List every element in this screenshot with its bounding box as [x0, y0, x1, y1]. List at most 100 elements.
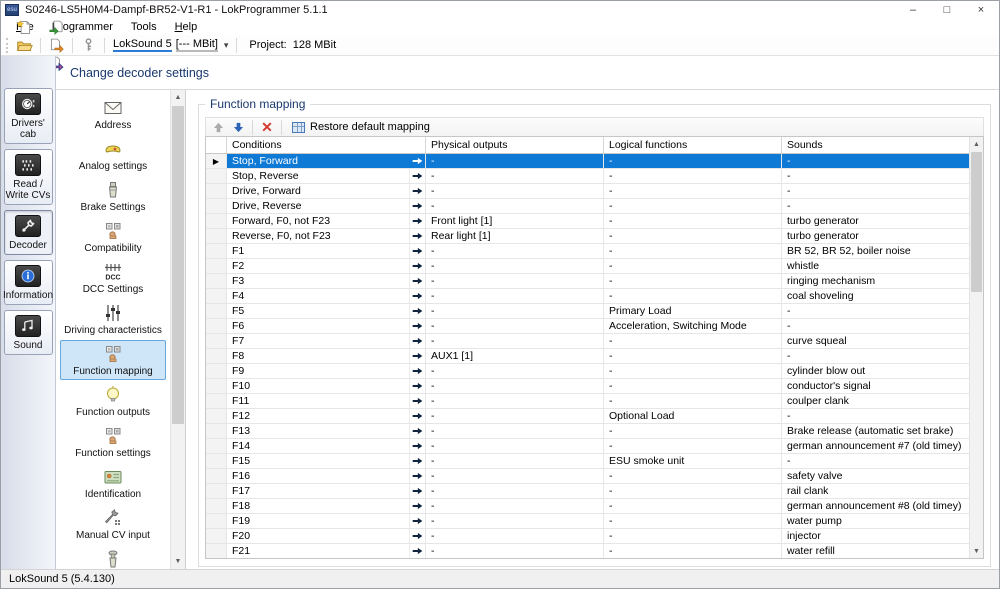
condition-cell[interactable]: F4: [227, 289, 426, 303]
sounds-cell[interactable]: coal shoveling: [782, 289, 969, 303]
table-row[interactable]: F4 - - coal shoveling: [206, 289, 969, 304]
row-selector-cell[interactable]: [206, 529, 227, 543]
physical-outputs-cell[interactable]: -: [426, 469, 604, 483]
table-scrollbar[interactable]: ▲ ▼: [969, 137, 983, 558]
physical-outputs-cell[interactable]: -: [426, 334, 604, 348]
table-row[interactable]: F12 - Optional Load -: [206, 409, 969, 424]
row-selector-cell[interactable]: [206, 274, 227, 288]
table-row[interactable]: F3 - - ringing mechanism: [206, 274, 969, 289]
sounds-cell[interactable]: -: [782, 184, 969, 198]
physical-outputs-cell[interactable]: -: [426, 424, 604, 438]
table-row[interactable]: F18 - - german announcement #8 (old time…: [206, 499, 969, 514]
table-row[interactable]: F14 - - german announcement #7 (old time…: [206, 439, 969, 454]
sounds-cell[interactable]: injector: [782, 529, 969, 543]
logical-functions-cell[interactable]: Optional Load: [604, 409, 782, 423]
sounds-cell[interactable]: safety valve: [782, 469, 969, 483]
physical-outputs-cell[interactable]: -: [426, 184, 604, 198]
table-row[interactable]: F6 - Acceleration, Switching Mode -: [206, 319, 969, 334]
condition-cell[interactable]: F1: [227, 244, 426, 258]
physical-outputs-cell[interactable]: -: [426, 454, 604, 468]
logical-functions-cell[interactable]: -: [604, 274, 782, 288]
condition-cell[interactable]: F15: [227, 454, 426, 468]
logical-functions-cell[interactable]: -: [604, 169, 782, 183]
minimize-button[interactable]: –: [907, 4, 919, 16]
column-header-physical-outputs[interactable]: Physical outputs: [426, 137, 604, 153]
tab-information[interactable]: Information: [4, 260, 53, 305]
sounds-cell[interactable]: water pump: [782, 514, 969, 528]
condition-cell[interactable]: F18: [227, 499, 426, 513]
programmer-connection-button[interactable]: [78, 36, 99, 54]
row-selector-cell[interactable]: [206, 379, 227, 393]
tab-decoder[interactable]: Decoder: [4, 210, 53, 255]
settings-nav-scrollbar[interactable]: ▲ ▼: [170, 90, 185, 569]
logical-functions-cell[interactable]: -: [604, 289, 782, 303]
sounds-cell[interactable]: turbo generator: [782, 229, 969, 243]
logical-functions-cell[interactable]: -: [604, 469, 782, 483]
open-project-button[interactable]: [14, 36, 35, 54]
logical-functions-cell[interactable]: -: [604, 184, 782, 198]
sounds-cell[interactable]: -: [782, 199, 969, 213]
sounds-cell[interactable]: -: [782, 169, 969, 183]
table-row[interactable]: F11 - - coulper clank: [206, 394, 969, 409]
sounds-cell[interactable]: rail clank: [782, 484, 969, 498]
physical-outputs-cell[interactable]: Front light [1]: [426, 214, 604, 228]
physical-outputs-cell[interactable]: -: [426, 394, 604, 408]
row-selector-cell[interactable]: [206, 484, 227, 498]
condition-cell[interactable]: F19: [227, 514, 426, 528]
row-selector-cell[interactable]: [206, 229, 227, 243]
table-row[interactable]: Reverse, F0, not F23 Rear light [1] - tu…: [206, 229, 969, 244]
scrollbar-thumb[interactable]: [971, 152, 982, 292]
sounds-cell[interactable]: Brake release (automatic set brake): [782, 424, 969, 438]
physical-outputs-cell[interactable]: -: [426, 499, 604, 513]
sounds-cell[interactable]: cylinder blow out: [782, 364, 969, 378]
physical-outputs-cell[interactable]: -: [426, 364, 604, 378]
physical-outputs-cell[interactable]: -: [426, 439, 604, 453]
table-row[interactable]: Drive, Forward - - -: [206, 184, 969, 199]
physical-outputs-cell[interactable]: -: [426, 274, 604, 288]
logical-functions-cell[interactable]: -: [604, 259, 782, 273]
condition-cell[interactable]: F3: [227, 274, 426, 288]
sounds-cell[interactable]: whistle: [782, 259, 969, 273]
physical-outputs-cell[interactable]: -: [426, 379, 604, 393]
physical-outputs-cell[interactable]: Rear light [1]: [426, 229, 604, 243]
logical-functions-cell[interactable]: -: [604, 334, 782, 348]
sounds-cell[interactable]: turbo generator: [782, 214, 969, 228]
physical-outputs-cell[interactable]: -: [426, 409, 604, 423]
row-selector-cell[interactable]: [206, 289, 227, 303]
condition-cell[interactable]: F13: [227, 424, 426, 438]
logical-functions-cell[interactable]: -: [604, 349, 782, 363]
close-button[interactable]: ×: [975, 4, 987, 16]
row-selector-cell[interactable]: [206, 184, 227, 198]
row-selector-cell[interactable]: ▶: [206, 154, 227, 168]
table-row[interactable]: F1 - - BR 52, BR 52, boiler noise: [206, 244, 969, 259]
condition-cell[interactable]: F9: [227, 364, 426, 378]
logical-functions-cell[interactable]: -: [604, 364, 782, 378]
condition-cell[interactable]: F17: [227, 484, 426, 498]
table-row[interactable]: Stop, Reverse - - -: [206, 169, 969, 184]
sounds-cell[interactable]: -: [782, 349, 969, 363]
menu-item-tools[interactable]: Tools: [122, 20, 166, 34]
column-header-conditions[interactable]: Conditions: [227, 137, 426, 153]
logical-functions-cell[interactable]: -: [604, 499, 782, 513]
row-selector-cell[interactable]: [206, 469, 227, 483]
row-selector-cell[interactable]: [206, 409, 227, 423]
logical-functions-cell[interactable]: -: [604, 199, 782, 213]
physical-outputs-cell[interactable]: -: [426, 484, 604, 498]
row-selector-cell[interactable]: [206, 349, 227, 363]
condition-cell[interactable]: Reverse, F0, not F23: [227, 229, 426, 243]
menu-item-help[interactable]: Help: [166, 20, 207, 34]
tab-drivers-cab[interactable]: Drivers' cab: [4, 88, 53, 144]
sounds-cell[interactable]: water refill: [782, 544, 969, 558]
sounds-cell[interactable]: curve squeal: [782, 334, 969, 348]
physical-outputs-cell[interactable]: AUX1 [1]: [426, 349, 604, 363]
table-row[interactable]: F8 AUX1 [1] - -: [206, 349, 969, 364]
condition-cell[interactable]: F20: [227, 529, 426, 543]
logical-functions-cell[interactable]: -: [604, 529, 782, 543]
condition-cell[interactable]: Drive, Forward: [227, 184, 426, 198]
physical-outputs-cell[interactable]: -: [426, 289, 604, 303]
row-selector-cell[interactable]: [206, 244, 227, 258]
nav-item-identification[interactable]: Identification: [60, 463, 166, 503]
condition-cell[interactable]: F7: [227, 334, 426, 348]
logical-functions-cell[interactable]: -: [604, 544, 782, 558]
restore-default-mapping-button[interactable]: Restore default mapping: [286, 119, 436, 135]
